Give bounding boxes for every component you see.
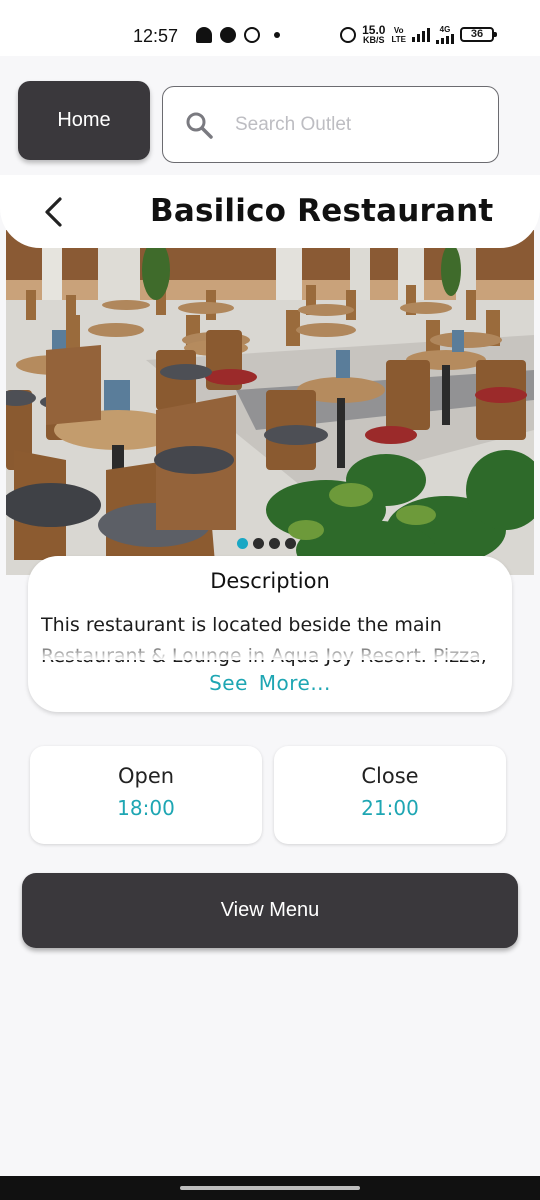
open-label: Open: [117, 764, 175, 788]
carousel-dot[interactable]: [269, 538, 280, 549]
system-icons: 15.0 KB/S Vo LTE 4G 36: [340, 24, 497, 45]
restaurant-illustration: [6, 230, 534, 575]
description-line-1: This restaurant is located beside the ma…: [41, 614, 442, 636]
close-label: Close: [361, 764, 419, 788]
carousel-dot[interactable]: [253, 538, 264, 549]
carousel-dot[interactable]: [285, 538, 296, 549]
close-time-card: Close 21:00: [274, 746, 506, 844]
messenger-icon: [244, 27, 260, 43]
signal-strength-2-icon: [436, 33, 454, 44]
network-speed-unit: KB/S: [363, 35, 385, 45]
navigation-bar: [0, 1176, 540, 1200]
volte-line1: Vo: [393, 25, 404, 35]
title-card: Basilico Restaurant: [0, 175, 540, 248]
chat-bubble-icon: [220, 27, 236, 43]
carousel-dots: [237, 538, 296, 549]
search-box[interactable]: [162, 86, 499, 163]
status-bar: 12:57 15.0 KB/S Vo LTE 4G 36: [0, 0, 540, 56]
home-button[interactable]: Home: [18, 81, 150, 160]
description-card: Description This restaurant is located b…: [28, 556, 512, 712]
home-indicator[interactable]: [180, 1186, 360, 1190]
description-fade: [28, 640, 512, 660]
volte-line2: LTE: [391, 34, 406, 44]
status-time: 12:57: [133, 26, 179, 46]
page-title: Basilico Restaurant: [150, 193, 494, 229]
battery-icon: 36: [460, 27, 497, 42]
see-more-link[interactable]: See More...: [28, 671, 512, 695]
description-heading: Description: [210, 569, 330, 593]
restaurant-photo[interactable]: [6, 230, 534, 575]
network-type: 4G: [439, 24, 451, 34]
alarm-icon: [340, 26, 357, 43]
close-time: 21:00: [361, 796, 419, 820]
open-time: 18:00: [117, 796, 175, 820]
network-speed: 15.0 KB/S: [362, 24, 385, 45]
signal-strength-icon: [412, 27, 430, 42]
search-icon: [186, 112, 213, 139]
more-notifications-dot-icon: [274, 32, 280, 38]
carousel-dot-active[interactable]: [237, 538, 248, 549]
notification-icons: [196, 27, 280, 43]
view-menu-button[interactable]: View Menu: [22, 873, 518, 948]
back-arrow-icon[interactable]: [40, 195, 66, 229]
snapchat-icon: [196, 27, 212, 43]
search-input[interactable]: [235, 111, 475, 139]
open-time-card: Open 18:00: [30, 746, 262, 844]
mobile-data-indicator: 4G: [436, 24, 454, 44]
volte-indicator: Vo LTE: [391, 26, 406, 44]
